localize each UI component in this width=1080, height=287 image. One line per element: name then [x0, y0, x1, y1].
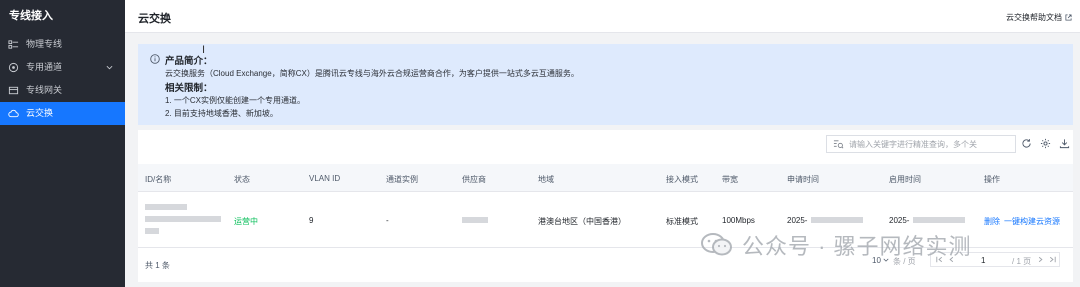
chevron-down-icon[interactable] [106, 64, 113, 71]
intro-text: 云交换服务（Cloud Exchange，简称CX）是腾讯云专线与海外云合规运营… [165, 69, 579, 78]
region: 港澳台地区（中国香港） [538, 217, 626, 226]
bandwidth: 100Mbps [722, 216, 755, 225]
sidebar-item-channel[interactable]: 专用通道 [0, 56, 125, 79]
redacted-provider [462, 217, 488, 223]
status-badge: 运营中 [234, 217, 258, 226]
sidebar-item-label: 物理专线 [26, 39, 63, 49]
external-link-icon [1065, 14, 1072, 21]
channel-icon [8, 62, 19, 73]
sidebar-item-label: 专线网关 [26, 85, 63, 95]
sidebar-title: 专线接入 [9, 10, 53, 22]
settings-icon[interactable] [1040, 138, 1051, 149]
column-header: ID/名称 [145, 175, 172, 184]
column-header: 申请时间 [787, 175, 819, 184]
cloud-exchange-icon [8, 109, 19, 118]
help-doc-link[interactable]: 云交换帮助文档 [1006, 12, 1072, 23]
sidebar-item-label: 云交换 [26, 108, 54, 118]
delete-button[interactable]: 删除 [984, 216, 1000, 227]
intro-title: 产品简介： [165, 56, 213, 67]
column-header: 启用时间 [889, 175, 921, 184]
vlan-id: 9 [309, 216, 314, 225]
redacted-enable-time [913, 217, 965, 223]
redacted-apply-time [811, 217, 863, 223]
access-mode: 标准模式 [666, 217, 698, 226]
total-count: 共 1 条 [145, 261, 170, 270]
channel-instance: - [386, 216, 389, 225]
sidebar-item-label: 专用通道 [26, 62, 63, 72]
info-icon [150, 54, 160, 64]
product-notice: 产品简介： 云交换服务（Cloud Exchange，简称CX）是腾讯云专线与海… [138, 44, 1073, 125]
column-header: 地域 [538, 175, 554, 184]
column-header: 通道实例 [386, 175, 418, 184]
limit-item: 2. 目前支持地域香港、新加坡。 [165, 109, 278, 118]
text-cursor-icon: I [202, 44, 206, 56]
redacted-name-tail [145, 228, 159, 234]
search-icon [833, 140, 844, 149]
search-input[interactable] [849, 136, 1014, 152]
gateway-icon [8, 86, 19, 95]
column-header: 供应商 [462, 175, 486, 184]
physical-line-icon [8, 40, 19, 49]
column-header: 带宽 [722, 175, 738, 184]
apply-time: 2025- [787, 216, 808, 225]
sidebar-item-cloud-exchange[interactable]: 云交换 [0, 102, 125, 125]
wechat-icon [701, 233, 732, 256]
column-header: 状态 [234, 175, 250, 184]
limit-item: 1. 一个CX实例仅能创建一个专用通道。 [165, 96, 306, 105]
build-cloud-resource-button[interactable]: 一键构建云资源 [1004, 216, 1060, 227]
sidebar: 专线接入 物理专线 专用通道 专线网关 云交换 [0, 0, 125, 287]
search-box [826, 135, 1016, 153]
column-header: 操作 [984, 175, 1000, 184]
download-icon[interactable] [1059, 138, 1070, 149]
help-doc-label: 云交换帮助文档 [1006, 13, 1062, 22]
refresh-icon[interactable] [1021, 138, 1032, 149]
redacted-name [145, 216, 221, 222]
sidebar-item-gateway[interactable]: 专线网关 [0, 79, 125, 102]
watermark-text: 公众号 · 骡子网络实测 [742, 234, 972, 259]
top-bar: 云交换 云交换帮助文档 [125, 0, 1080, 33]
enable-time: 2025- [889, 216, 910, 225]
redacted-id [145, 204, 187, 210]
table-header: ID/名称 状态 VLAN ID 通道实例 供应商 地域 接入模式 带宽 申请时… [138, 164, 1073, 192]
sidebar-item-physical-line[interactable]: 物理专线 [0, 33, 125, 56]
watermark: 公众号 · 骡子网络实测 [700, 230, 1060, 260]
column-header: VLAN ID [309, 174, 341, 183]
column-header: 接入模式 [666, 175, 698, 184]
limits-title: 相关限制： [165, 83, 213, 94]
page-title: 云交换 [138, 13, 171, 25]
